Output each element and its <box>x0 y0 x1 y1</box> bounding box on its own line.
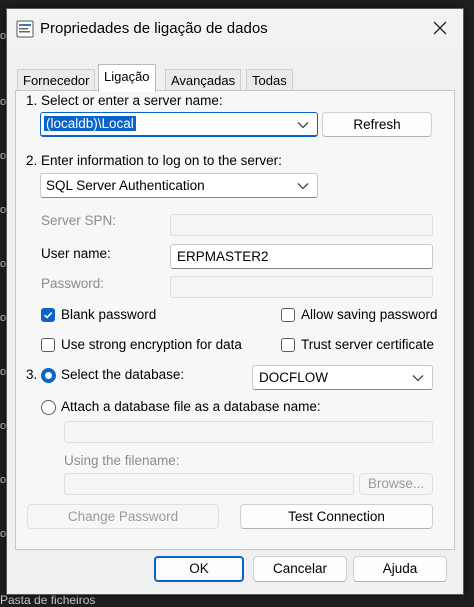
tab-fornecedor[interactable]: Fornecedor <box>17 69 96 91</box>
attach-database-name-input[interactable] <box>64 421 433 443</box>
attach-database-radio[interactable] <box>41 400 56 415</box>
dialog-title: Propriedades de ligação de dados <box>40 20 268 37</box>
filename-label: Using the filename: <box>64 453 180 468</box>
trust-server-certificate-label[interactable]: Trust server certificate <box>301 337 434 352</box>
chevron-down-icon[interactable] <box>297 182 309 190</box>
tab-todas[interactable]: Todas <box>246 69 293 91</box>
authentication-value: SQL Server Authentication <box>46 178 205 193</box>
filename-input[interactable] <box>64 473 354 495</box>
server-spn-input[interactable] <box>170 214 433 236</box>
close-icon <box>433 21 447 35</box>
step2-label: 2. Enter information to log on to the se… <box>26 153 282 168</box>
server-spn-label: Server SPN: <box>41 213 117 228</box>
title-bar: Propriedades de ligação de dados <box>7 9 463 49</box>
username-input[interactable]: ERPMASTER2 <box>170 244 433 269</box>
browse-button[interactable]: Browse... <box>359 473 433 495</box>
authentication-combo[interactable]: SQL Server Authentication <box>40 173 318 198</box>
strong-encryption-label[interactable]: Use strong encryption for data <box>61 337 242 352</box>
chevron-down-icon[interactable] <box>297 121 309 129</box>
allow-saving-password-label[interactable]: Allow saving password <box>301 307 438 322</box>
strong-encryption-checkbox[interactable] <box>41 338 55 352</box>
background-text: Pasta de ficheiros <box>0 593 96 607</box>
select-database-label[interactable]: Select the database: <box>61 367 184 382</box>
refresh-button[interactable]: Refresh <box>322 112 432 137</box>
cancel-button[interactable]: Cancelar <box>253 556 347 582</box>
checkmark-icon <box>43 311 53 319</box>
username-label: User name: <box>41 246 111 261</box>
server-name-combo[interactable]: (localdb)\Local <box>40 112 318 137</box>
data-link-properties-dialog: Propriedades de ligação de dados Fornece… <box>6 8 464 595</box>
close-button[interactable] <box>423 13 457 43</box>
blank-password-label[interactable]: Blank password <box>61 307 156 322</box>
blank-password-checkbox[interactable] <box>41 308 55 322</box>
select-database-radio[interactable] <box>41 368 56 383</box>
change-password-button[interactable]: Change Password <box>27 504 219 529</box>
username-value: ERPMASTER2 <box>177 249 269 264</box>
tab-avancadas[interactable]: Avançadas <box>165 69 242 91</box>
tab-ligacao[interactable]: Ligação <box>98 64 156 92</box>
server-name-value: (localdb)\Local <box>44 116 136 131</box>
chevron-down-icon[interactable] <box>412 374 424 382</box>
trust-server-certificate-checkbox[interactable] <box>281 338 295 352</box>
attach-database-label[interactable]: Attach a database file as a database nam… <box>61 399 321 414</box>
allow-saving-password-checkbox[interactable] <box>281 308 295 322</box>
password-label: Password: <box>41 276 105 291</box>
step1-label: 1. Select or enter a server name: <box>26 93 223 108</box>
data-link-icon <box>16 20 34 38</box>
database-combo[interactable]: DOCFLOW <box>252 365 433 390</box>
test-connection-button[interactable]: Test Connection <box>240 504 433 529</box>
ok-button[interactable]: OK <box>154 556 244 582</box>
step3-number: 3. <box>26 367 38 382</box>
password-input[interactable] <box>170 276 433 298</box>
help-button[interactable]: Ajuda <box>353 556 447 582</box>
database-value: DOCFLOW <box>259 370 328 385</box>
